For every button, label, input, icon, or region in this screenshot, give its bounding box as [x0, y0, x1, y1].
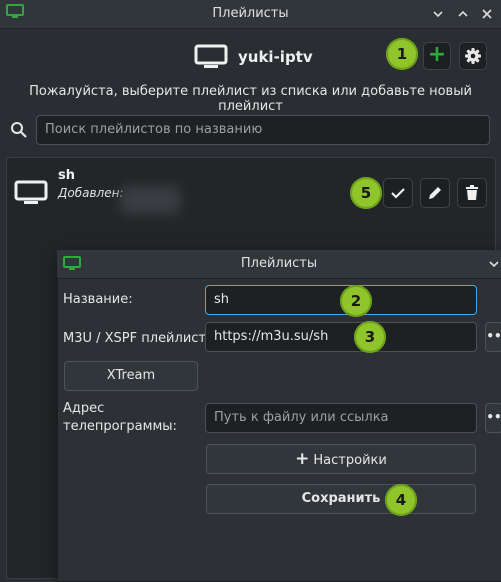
settings-dialog-button[interactable]: + Настройки	[206, 444, 476, 474]
epg-label-line2: телепрограммы:	[63, 419, 177, 434]
settings-button[interactable]	[459, 42, 487, 70]
epg-label-line1: Адрес	[63, 401, 105, 416]
dialog-chevron-down-icon[interactable]	[486, 256, 501, 272]
callout-badge-3: 3	[354, 321, 386, 353]
callout-badge-5: 5	[350, 177, 382, 209]
pencil-icon	[421, 187, 449, 211]
tv-icon	[194, 44, 228, 74]
chevron-up-icon[interactable]	[455, 6, 471, 22]
trash-icon	[458, 185, 486, 211]
gear-icon	[460, 48, 486, 73]
add-playlist-button[interactable]: +	[423, 42, 451, 70]
dialog-title: Плейлисты	[240, 256, 318, 271]
save-button[interactable]: Сохранить	[206, 484, 476, 514]
edit-playlist-button[interactable]	[420, 178, 450, 208]
chevron-down-icon[interactable]	[430, 6, 446, 22]
callout-badge-1: 1	[386, 38, 418, 70]
delete-playlist-button[interactable]	[457, 178, 487, 208]
check-icon	[384, 188, 412, 211]
playlist-tv-icon	[14, 180, 48, 210]
playlist-added-label: Добавлен:	[58, 186, 124, 200]
search-input[interactable]: Поиск плейлистов по названию	[36, 115, 490, 145]
settings-button-label: Настройки	[313, 453, 387, 468]
redacted-date	[120, 186, 180, 214]
select-playlist-button[interactable]	[383, 178, 413, 208]
m3u-url-field[interactable]: https://m3u.su/sh	[205, 322, 477, 352]
instruction-text: Пожалуйста, выберите плейлист из списка …	[29, 84, 472, 114]
playlist-name: sh	[58, 168, 75, 183]
epg-browse-button[interactable]: ••	[485, 403, 501, 433]
app-title: yuki-iptv	[238, 48, 313, 66]
callout-badge-2: 2	[340, 285, 372, 317]
window-title: Плейлисты	[212, 6, 289, 21]
plus-icon: +	[295, 449, 310, 469]
xtream-button[interactable]: XTream	[64, 361, 198, 391]
close-icon[interactable]	[479, 6, 495, 22]
m3u-browse-button[interactable]: ••	[485, 322, 501, 352]
name-label: Название:	[63, 292, 133, 307]
epg-field[interactable]: Путь к файлу или ссылка	[205, 403, 477, 433]
callout-badge-4: 4	[385, 484, 417, 516]
m3u-label: M3U / XSPF плейлист:	[63, 331, 211, 346]
search-icon	[10, 121, 28, 143]
